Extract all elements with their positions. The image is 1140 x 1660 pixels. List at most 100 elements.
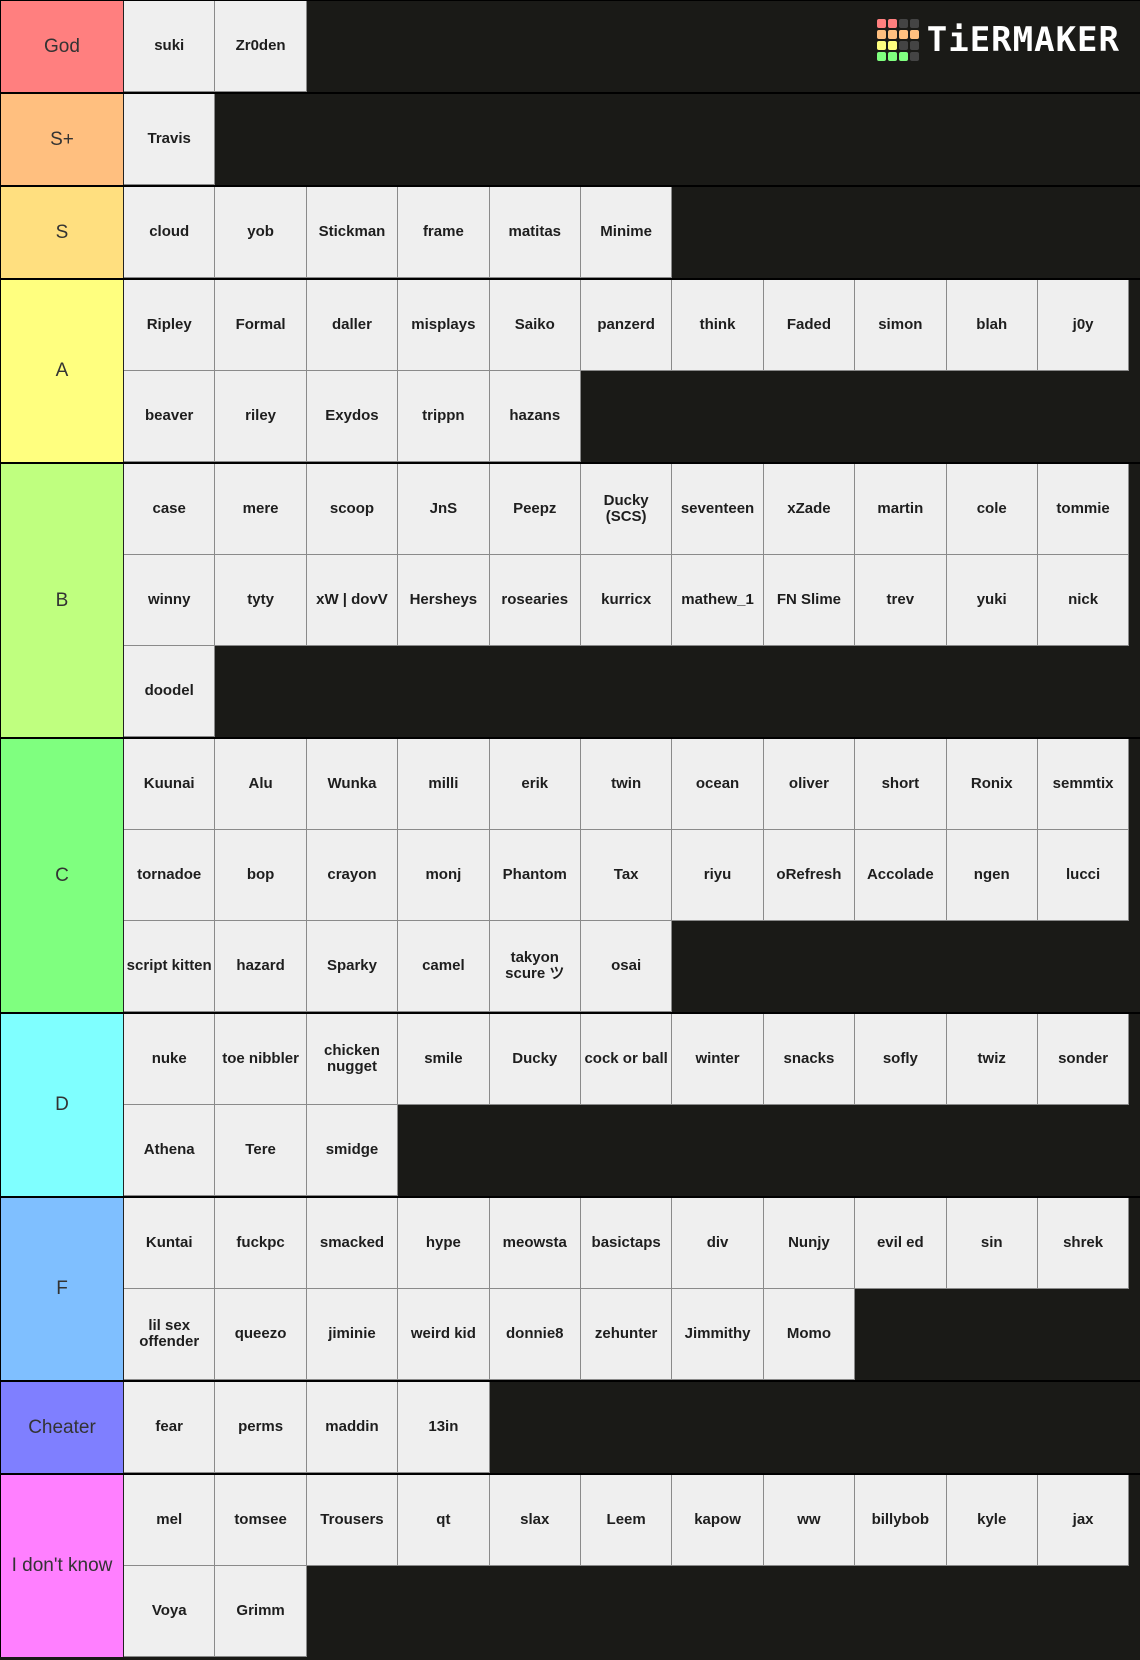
tier-item[interactable]: Nunjy <box>763 1198 856 1289</box>
tier-item[interactable]: smile <box>398 1014 490 1105</box>
tier-item[interactable]: think <box>672 280 764 371</box>
tier-item[interactable]: Minime <box>580 187 673 278</box>
tier-item[interactable]: Athena <box>124 1105 216 1196</box>
tier-item[interactable]: riley <box>215 371 307 462</box>
tier-item[interactable]: slax <box>489 1475 581 1566</box>
tier-item[interactable]: nick <box>1037 555 1130 646</box>
tier-item[interactable]: Formal <box>215 280 307 371</box>
tier-item[interactable]: twin <box>580 739 673 830</box>
tier-item[interactable]: Peepz <box>489 464 581 555</box>
tier-item[interactable]: hazans <box>489 371 581 462</box>
tier-label[interactable]: B <box>0 464 124 737</box>
tier-item[interactable]: rosearies <box>489 555 581 646</box>
tier-item[interactable]: Stickman <box>306 187 399 278</box>
tier-item[interactable]: ngen <box>946 830 1038 921</box>
tier-item[interactable]: Tax <box>580 830 673 921</box>
tier-item[interactable]: chicken nugget <box>306 1014 399 1105</box>
tier-item[interactable]: donnie8 <box>489 1289 581 1380</box>
tier-item[interactable]: seventeen <box>672 464 764 555</box>
tier-item[interactable]: weird kid <box>398 1289 490 1380</box>
tier-item[interactable]: xW | dovV <box>306 555 399 646</box>
tier-item[interactable]: 13in <box>398 1382 490 1473</box>
tier-item[interactable]: takyon scure ツ <box>489 921 581 1012</box>
tier-item[interactable]: Ripley <box>124 280 216 371</box>
tier-item[interactable]: kapow <box>672 1475 764 1566</box>
tier-item[interactable]: hazard <box>215 921 307 1012</box>
tier-item[interactable]: semmtix <box>1037 739 1130 830</box>
tier-item[interactable]: lil sex offender <box>124 1289 216 1380</box>
tier-item[interactable]: snacks <box>763 1014 856 1105</box>
tier-item[interactable]: oRefresh <box>763 830 856 921</box>
tier-item[interactable]: kyle <box>946 1475 1038 1566</box>
tier-item[interactable]: trev <box>855 555 947 646</box>
tier-item[interactable]: Ronix <box>946 739 1038 830</box>
tier-item[interactable]: hype <box>398 1198 490 1289</box>
tier-item[interactable]: nuke <box>124 1014 216 1105</box>
tier-item[interactable]: camel <box>398 921 490 1012</box>
tier-item[interactable]: blah <box>946 280 1038 371</box>
tier-item[interactable]: beaver <box>124 371 216 462</box>
tier-item[interactable]: mathew_1 <box>672 555 764 646</box>
tier-item[interactable]: daller <box>306 280 399 371</box>
tier-item[interactable]: Ducky (SCS) <box>580 464 673 555</box>
tier-item[interactable]: cloud <box>124 187 216 278</box>
tier-item[interactable]: xZade <box>763 464 856 555</box>
tier-item[interactable]: evil ed <box>855 1198 947 1289</box>
tier-item[interactable]: tomsee <box>215 1475 307 1566</box>
tier-item[interactable]: lucci <box>1037 830 1130 921</box>
tier-item[interactable]: tommie <box>1037 464 1130 555</box>
tier-item[interactable]: sin <box>946 1198 1038 1289</box>
tier-item[interactable]: milli <box>398 739 490 830</box>
tier-item[interactable]: erik <box>489 739 581 830</box>
tier-item[interactable]: Momo <box>763 1289 856 1380</box>
tier-item[interactable]: Exydos <box>306 371 399 462</box>
tier-item[interactable]: billybob <box>855 1475 947 1566</box>
tier-item[interactable]: martin <box>855 464 947 555</box>
tier-label[interactable]: C <box>0 739 124 1012</box>
tier-item[interactable]: Hersheys <box>398 555 490 646</box>
tier-item[interactable]: ocean <box>672 739 764 830</box>
tier-item[interactable]: winter <box>672 1014 764 1105</box>
tier-item[interactable]: toe nibbler <box>215 1014 307 1105</box>
tier-item[interactable]: trippn <box>398 371 490 462</box>
tier-item[interactable]: mere <box>215 464 307 555</box>
tier-item[interactable]: mel <box>124 1475 216 1566</box>
tier-item[interactable]: Phantom <box>489 830 581 921</box>
tier-item[interactable]: tyty <box>215 555 307 646</box>
tier-item[interactable]: Sparky <box>306 921 399 1012</box>
tier-item[interactable]: smidge <box>306 1105 399 1196</box>
tier-item[interactable]: Alu <box>215 739 307 830</box>
tier-item[interactable]: jax <box>1037 1475 1130 1566</box>
tier-label[interactable]: I don't know <box>0 1475 124 1657</box>
tier-item[interactable]: kurricx <box>580 555 673 646</box>
tier-label[interactable]: A <box>0 280 124 462</box>
tier-item[interactable]: cock or ball <box>580 1014 673 1105</box>
tier-item[interactable]: Kuunai <box>124 739 216 830</box>
tier-item[interactable]: misplays <box>398 280 490 371</box>
tier-item[interactable]: frame <box>398 187 490 278</box>
tier-item[interactable]: bop <box>215 830 307 921</box>
tier-label[interactable]: S+ <box>0 94 124 185</box>
tier-item[interactable]: fear <box>124 1382 216 1473</box>
tier-item[interactable]: Wunka <box>306 739 399 830</box>
tier-item[interactable]: Grimm <box>215 1566 307 1657</box>
tier-item[interactable]: scoop <box>306 464 399 555</box>
tier-item[interactable]: cole <box>946 464 1038 555</box>
tier-item[interactable]: case <box>124 464 216 555</box>
tier-item[interactable]: sofly <box>855 1014 947 1105</box>
tier-item[interactable]: Trousers <box>306 1475 399 1566</box>
tier-item[interactable]: Jimmithy <box>672 1289 764 1380</box>
tier-item[interactable]: Zr0den <box>215 1 307 92</box>
tier-item[interactable]: osai <box>580 921 673 1012</box>
tier-item[interactable]: FN Slime <box>763 555 856 646</box>
tier-item[interactable]: oliver <box>763 739 856 830</box>
tier-item[interactable]: suki <box>124 1 216 92</box>
tier-item[interactable]: winny <box>124 555 216 646</box>
tier-item[interactable]: smacked <box>306 1198 399 1289</box>
tier-label[interactable]: D <box>0 1014 124 1196</box>
tier-item[interactable]: basictaps <box>580 1198 673 1289</box>
tier-item[interactable]: yuki <box>946 555 1038 646</box>
tier-item[interactable]: ww <box>763 1475 856 1566</box>
tier-item[interactable]: qt <box>398 1475 490 1566</box>
tier-item[interactable]: div <box>672 1198 764 1289</box>
